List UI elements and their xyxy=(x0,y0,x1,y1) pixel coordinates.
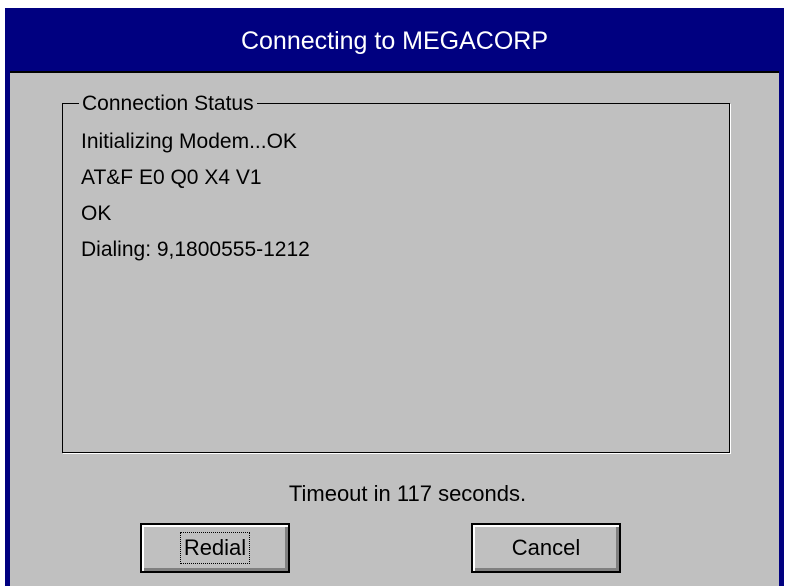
dialog-title-bar[interactable]: Connecting to MEGACORP xyxy=(10,11,779,73)
connection-status-log: Initializing Modem...OK AT&F E0 Q0 X4 V1… xyxy=(81,124,310,268)
status-line: Dialing: 9,1800555-1212 xyxy=(81,238,310,261)
status-line: AT&F E0 Q0 X4 V1 xyxy=(81,166,262,189)
connection-status-label: Connection Status xyxy=(79,93,257,115)
cancel-button[interactable]: Cancel xyxy=(471,523,621,573)
timeout-message: Timeout in 117 seconds. xyxy=(288,481,527,506)
redial-button[interactable]: Redial xyxy=(140,523,290,573)
status-line: Initializing Modem...OK xyxy=(81,130,297,153)
dialog-title: Connecting to MEGACORP xyxy=(240,26,549,55)
redial-button-label: Redial xyxy=(179,532,251,564)
status-line: OK xyxy=(81,202,112,225)
connection-status-group: Connection Status Initializing Modem...O… xyxy=(62,93,730,453)
connecting-dialog: Connecting to MEGACORP Connection Status… xyxy=(5,8,784,586)
cancel-button-label: Cancel xyxy=(511,535,581,560)
